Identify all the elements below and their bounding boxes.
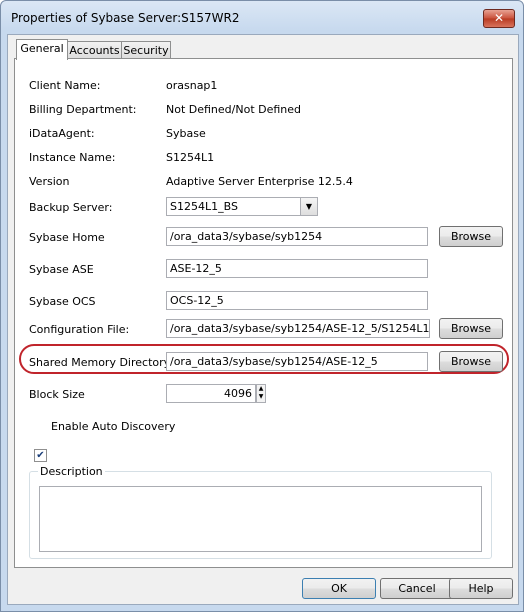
block-size-label: Block Size: [29, 388, 85, 401]
checkmark-icon: ✔: [36, 450, 45, 461]
block-size-input[interactable]: 4096: [166, 384, 256, 403]
configuration-file-input[interactable]: /ora_data3/sybase/syb1254/ASE-12_5/S1254…: [166, 319, 430, 338]
backup-server-label: Backup Server:: [29, 201, 113, 214]
help-button[interactable]: Help: [449, 578, 513, 599]
enable-auto-discovery-checkbox[interactable]: ✔: [34, 449, 47, 462]
tab-accounts[interactable]: Accounts: [67, 41, 122, 59]
chevron-down-icon[interactable]: ▼: [300, 198, 317, 215]
cancel-button[interactable]: Cancel: [380, 578, 454, 599]
backup-server-value: S1254L1_BS: [170, 200, 238, 213]
shared-memory-directory-input[interactable]: /ora_data3/sybase/syb1254/ASE-12_5: [166, 352, 428, 371]
dialog-body: General Accounts Security Client Name: o…: [7, 34, 519, 605]
properties-window: Properties of Sybase Server:S157WR2 ✕ Ge…: [0, 0, 524, 612]
shared-memory-directory-browse-button[interactable]: Browse: [439, 351, 503, 372]
sybase-home-input[interactable]: /ora_data3/sybase/syb1254: [166, 227, 428, 246]
block-size-spinner[interactable]: ▲ ▼: [256, 384, 266, 403]
title-bar[interactable]: Properties of Sybase Server:S157WR2 ✕: [1, 1, 523, 35]
instance-name-value: S1254L1: [166, 151, 215, 164]
sybase-home-label: Sybase Home: [29, 231, 105, 244]
shared-memory-directory-label: Shared Memory Directory:: [29, 356, 174, 369]
sybase-ocs-input[interactable]: OCS-12_5: [166, 291, 428, 310]
configuration-file-browse-button[interactable]: Browse: [439, 318, 503, 339]
client-name-label: Client Name:: [29, 79, 101, 92]
description-label: Description: [38, 465, 105, 478]
sybase-home-browse-button[interactable]: Browse: [439, 226, 503, 247]
version-label: Version: [29, 175, 70, 188]
idataagent-label: iDataAgent:: [29, 127, 95, 140]
close-button[interactable]: ✕: [483, 9, 515, 28]
window-title: Properties of Sybase Server:S157WR2: [11, 11, 240, 25]
tab-general[interactable]: General: [16, 39, 68, 60]
billing-department-value: Not Defined/Not Defined: [166, 103, 302, 116]
description-textarea[interactable]: [39, 486, 482, 552]
sybase-ocs-label: Sybase OCS: [29, 295, 96, 308]
spin-down-icon[interactable]: ▼: [257, 393, 265, 401]
version-value: Adaptive Server Enterprise 12.5.4: [166, 175, 353, 188]
sybase-ase-input[interactable]: ASE-12_5: [166, 259, 428, 278]
configuration-file-label: Configuration File:: [29, 323, 130, 336]
idataagent-value: Sybase: [166, 127, 206, 140]
tab-security[interactable]: Security: [121, 41, 171, 59]
close-icon: ✕: [493, 11, 505, 25]
description-group: Description: [29, 465, 492, 559]
sybase-ase-label: Sybase ASE: [29, 263, 94, 276]
spin-up-icon[interactable]: ▲: [257, 385, 265, 393]
billing-department-label: Billing Department:: [29, 103, 137, 116]
backup-server-select[interactable]: S1254L1_BS ▼: [166, 197, 318, 216]
enable-auto-discovery-label[interactable]: Enable Auto Discovery: [51, 420, 175, 433]
ok-button[interactable]: OK: [302, 578, 376, 599]
client-name-value: orasnap1: [166, 79, 218, 92]
general-panel: Client Name: orasnap1 Billing Department…: [14, 58, 513, 568]
instance-name-label: Instance Name:: [29, 151, 116, 164]
